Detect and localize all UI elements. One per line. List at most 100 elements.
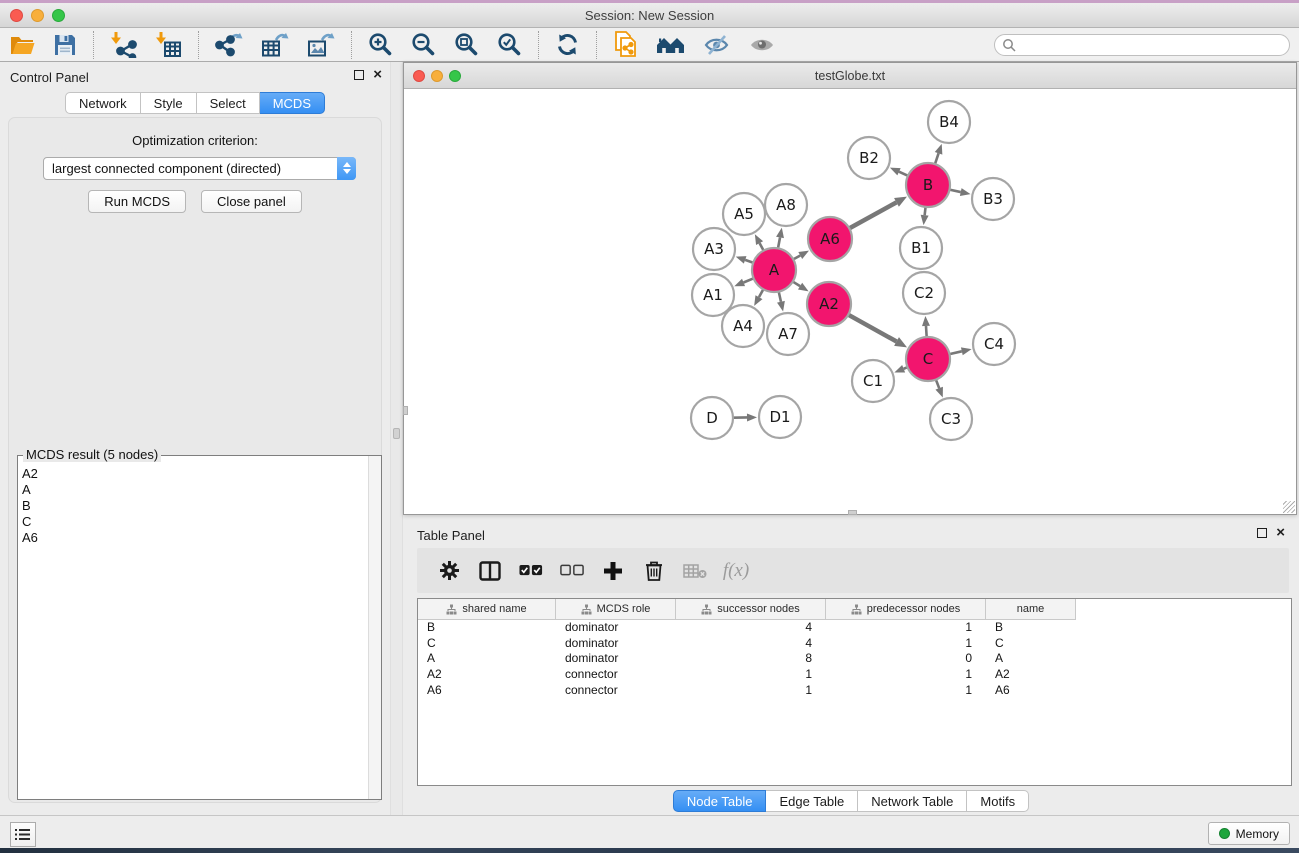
result-scrollbar[interactable] xyxy=(368,456,381,799)
table-row[interactable]: Adominator80A xyxy=(418,651,1291,667)
table-options-button[interactable] xyxy=(437,560,461,581)
mcds-result-item[interactable]: B xyxy=(22,498,381,514)
cell-successor-nodes[interactable]: 8 xyxy=(676,651,826,667)
cell-successor-nodes[interactable]: 1 xyxy=(676,667,826,683)
close-table-panel-icon[interactable]: × xyxy=(1276,528,1285,538)
delete-column-button[interactable] xyxy=(642,560,666,581)
task-history-button[interactable] xyxy=(10,822,36,847)
network-window-titlebar[interactable]: testGlobe.txt xyxy=(404,63,1296,89)
cell-name[interactable]: B xyxy=(986,620,1076,636)
tab-network[interactable]: Network xyxy=(65,92,141,114)
cell-predecessor-nodes[interactable]: 0 xyxy=(826,651,986,667)
column-header-successor-nodes[interactable]: successor nodes xyxy=(676,599,826,620)
cell-shared-name[interactable]: B xyxy=(418,620,556,636)
export-image-button[interactable] xyxy=(298,30,344,60)
cell-shared-name[interactable]: A6 xyxy=(418,683,556,699)
import-table-button[interactable] xyxy=(146,30,191,60)
panel-splitter[interactable] xyxy=(390,62,403,815)
cell-MCDS-role[interactable]: dominator xyxy=(556,636,676,652)
search-input[interactable] xyxy=(1021,38,1289,52)
refresh-icon xyxy=(555,32,580,57)
tab-style[interactable]: Style xyxy=(141,92,197,114)
zoom-in-button[interactable] xyxy=(359,30,402,60)
table-row[interactable]: Bdominator41B xyxy=(418,620,1291,636)
table-panel: Table Panel × xyxy=(403,520,1299,815)
zoom-selected-button[interactable] xyxy=(488,30,531,60)
mcds-result-item[interactable]: A6 xyxy=(22,530,381,546)
network-canvas[interactable]: AA1A2A3A4A5A6A7A8BB1B2B3B4CC1C2C3C4DD1 xyxy=(404,89,1296,514)
export-network-button[interactable] xyxy=(206,30,252,60)
cell-successor-nodes[interactable]: 4 xyxy=(676,636,826,652)
open-session-button[interactable] xyxy=(0,30,44,60)
cell-MCDS-role[interactable]: dominator xyxy=(556,620,676,636)
deselect-all-rows-button[interactable] xyxy=(560,564,584,577)
criterion-dropdown[interactable]: largest connected component (directed) xyxy=(43,157,356,180)
cell-shared-name[interactable]: A2 xyxy=(418,667,556,683)
cell-name[interactable]: C xyxy=(986,636,1076,652)
cell-predecessor-nodes[interactable]: 1 xyxy=(826,667,986,683)
column-header-name[interactable]: name xyxy=(986,599,1076,620)
hide-selected-button[interactable] xyxy=(695,30,740,60)
tab-select[interactable]: Select xyxy=(197,92,260,114)
cell-name[interactable]: A xyxy=(986,651,1076,667)
cell-successor-nodes[interactable]: 4 xyxy=(676,620,826,636)
zoom-fit-icon xyxy=(454,32,479,57)
select-all-rows-button[interactable] xyxy=(519,564,543,577)
show-all-button[interactable] xyxy=(740,30,785,60)
export-table-button[interactable] xyxy=(252,30,298,60)
apply-layout-button[interactable] xyxy=(546,30,589,60)
zoom-in-icon xyxy=(368,32,393,57)
edge-A-A1 xyxy=(744,278,754,282)
delete-table-button[interactable] xyxy=(683,563,707,579)
cell-shared-name[interactable]: A xyxy=(418,651,556,667)
tab-node-table[interactable]: Node Table xyxy=(673,790,767,812)
cell-predecessor-nodes[interactable]: 1 xyxy=(826,636,986,652)
window-resize-handle-bottom[interactable] xyxy=(848,510,857,515)
tab-mcds[interactable]: MCDS xyxy=(260,92,325,114)
run-mcds-button[interactable]: Run MCDS xyxy=(88,190,186,213)
table-row[interactable]: A6connector11A6 xyxy=(418,683,1291,699)
float-panel-icon[interactable] xyxy=(354,70,364,80)
zoom-fit-button[interactable] xyxy=(445,30,488,60)
column-header-shared-name[interactable]: shared name xyxy=(418,599,556,620)
tab-motifs[interactable]: Motifs xyxy=(967,790,1029,812)
column-header-predecessor-nodes[interactable]: predecessor nodes xyxy=(826,599,986,620)
cell-shared-name[interactable]: C xyxy=(418,636,556,652)
cell-predecessor-nodes[interactable]: 1 xyxy=(826,620,986,636)
cell-MCDS-role[interactable]: dominator xyxy=(556,651,676,667)
splitter-grip-icon[interactable] xyxy=(393,428,400,439)
function-builder-button[interactable]: f(x) xyxy=(724,560,748,582)
cell-MCDS-role[interactable]: connector xyxy=(556,667,676,683)
zoom-out-button[interactable] xyxy=(402,30,445,60)
column-visibility-button[interactable] xyxy=(478,561,502,581)
cell-predecessor-nodes[interactable]: 1 xyxy=(826,683,986,699)
cell-name[interactable]: A6 xyxy=(986,683,1076,699)
mcds-result-item[interactable]: A2 xyxy=(22,466,381,482)
clone-network-button[interactable] xyxy=(604,30,647,60)
close-panel-button[interactable]: Close panel xyxy=(201,190,302,213)
column-header-MCDS-role[interactable]: MCDS role xyxy=(556,599,676,620)
mcds-result-item[interactable]: C xyxy=(22,514,381,530)
table-row[interactable]: A2connector11A2 xyxy=(418,667,1291,683)
save-session-button[interactable] xyxy=(44,30,86,60)
window-titlebar[interactable]: Session: New Session xyxy=(0,3,1299,28)
cell-name[interactable]: A2 xyxy=(986,667,1076,683)
cell-MCDS-role[interactable]: connector xyxy=(556,683,676,699)
mcds-result-item[interactable]: A xyxy=(22,482,381,498)
memory-button[interactable]: Memory xyxy=(1208,822,1290,845)
edge-arrowhead xyxy=(754,295,762,306)
tab-network-table[interactable]: Network Table xyxy=(858,790,967,812)
tab-edge-table[interactable]: Edge Table xyxy=(766,790,858,812)
search-field[interactable] xyxy=(994,34,1290,56)
close-panel-icon[interactable]: × xyxy=(373,70,382,80)
import-network-button[interactable] xyxy=(101,30,146,60)
table-row[interactable]: Cdominator41C xyxy=(418,636,1291,652)
add-column-button[interactable] xyxy=(601,561,625,581)
open-folder-icon xyxy=(9,33,35,57)
cell-successor-nodes[interactable]: 1 xyxy=(676,683,826,699)
float-table-panel-icon[interactable] xyxy=(1257,528,1267,538)
column-header-label: MCDS role xyxy=(597,603,651,615)
window-resize-handle-left[interactable] xyxy=(403,406,408,415)
first-neighbors-button[interactable] xyxy=(647,30,695,60)
window-resize-grip[interactable] xyxy=(1283,501,1295,513)
